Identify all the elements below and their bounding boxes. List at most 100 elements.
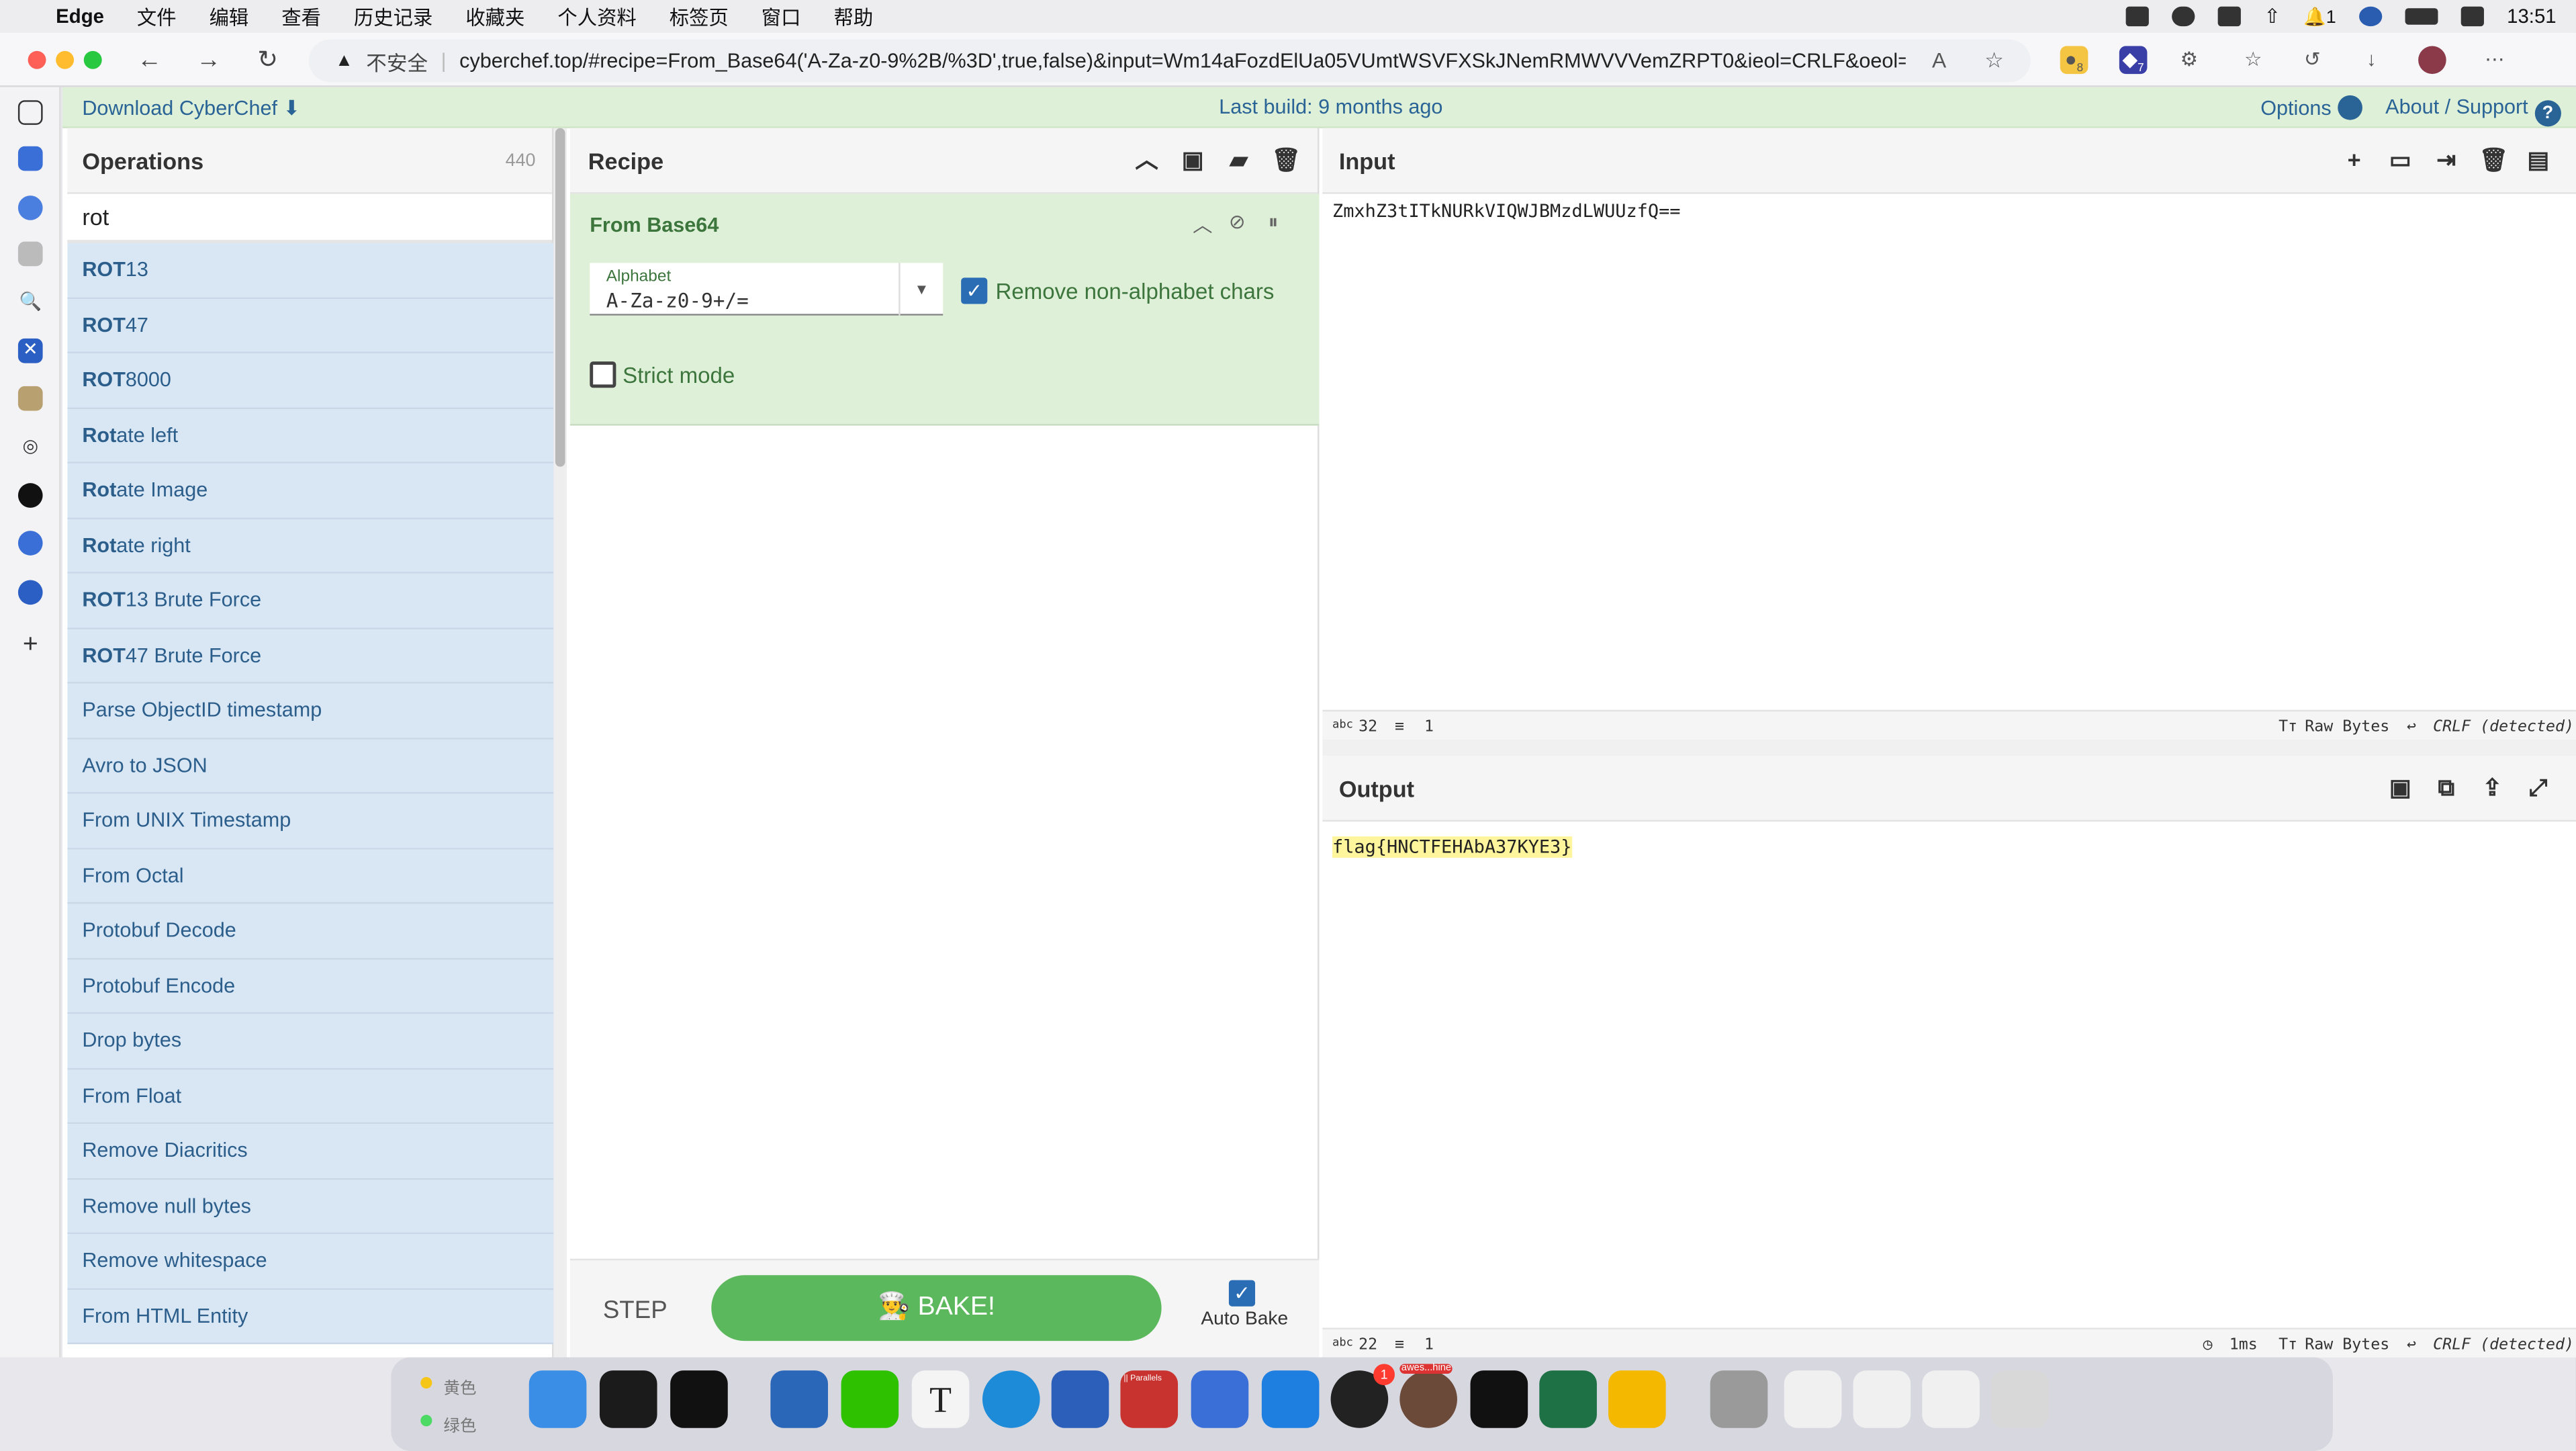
auto-bake-label[interactable]: Auto Bake: [1201, 1310, 1288, 1329]
reload-icon[interactable]: ↻: [250, 43, 286, 79]
strict-mode-checkbox[interactable]: [590, 361, 616, 388]
url-text[interactable]: cyberchef.top/#recipe=From_Base64('A-Za-…: [459, 49, 1905, 72]
back-arrow-icon[interactable]: ←: [132, 43, 168, 79]
search-icon[interactable]: 🔍: [18, 291, 43, 316]
menu-file[interactable]: 文件: [137, 3, 177, 31]
menu-history[interactable]: 历史记录: [354, 3, 432, 31]
tools-icon[interactable]: ✕: [17, 338, 43, 363]
excel-icon[interactable]: [1539, 1370, 1597, 1428]
menu-profile[interactable]: 个人资料: [557, 3, 636, 31]
recipe-operation-from-base64[interactable]: From Base64 ︿ ⊘ ⏸ Alphabet A-Za-z0-9+/= …: [569, 193, 1320, 426]
profile-avatar[interactable]: [2418, 46, 2446, 75]
remove-nonalpha-label[interactable]: Remove non-alphabet chars: [996, 279, 1275, 304]
operations-scrollbar[interactable]: [553, 128, 567, 1358]
disable-operation-icon[interactable]: ⊘: [1229, 210, 1246, 233]
input-textarea[interactable]: ZmxhZ3tITkNURkVIQWJBMzdLWUUzfQ==: [1332, 200, 1680, 222]
input-eol-icon[interactable]: ↩: [2407, 718, 2416, 736]
about-support-link[interactable]: About / Support?: [2385, 95, 2561, 127]
output-format[interactable]: Raw Bytes: [2305, 1336, 2389, 1354]
read-aloud-icon[interactable]: A: [1932, 48, 1946, 73]
extensions-puzzle-icon[interactable]: ⚙: [2175, 46, 2203, 74]
sidebar-app-icon[interactable]: [17, 146, 43, 171]
control-center-icon[interactable]: [2460, 6, 2484, 27]
notification-bell-icon[interactable]: 🔔1: [2303, 6, 2336, 28]
recent-window-thumbnail[interactable]: [1784, 1370, 1842, 1428]
options-link[interactable]: Options: [2260, 95, 2363, 120]
save-output-icon[interactable]: ▣: [2387, 774, 2413, 800]
image-app-icon[interactable]: awes...hine: [1399, 1364, 1457, 1428]
screen-icon[interactable]: [2125, 6, 2150, 27]
reset-layout-icon[interactable]: ▤: [2525, 146, 2551, 173]
downloads-icon[interactable]: ↓: [2358, 46, 2386, 74]
terminal-icon[interactable]: [670, 1370, 728, 1428]
security-label[interactable]: 不安全: [366, 45, 428, 76]
alphabet-value[interactable]: A-Za-z0-9+/=: [606, 290, 749, 312]
operation-item[interactable]: Parse ObjectID timestamp: [67, 683, 554, 739]
wechat-icon[interactable]: [841, 1370, 899, 1428]
menu-view[interactable]: 查看: [281, 3, 321, 31]
qq-icon[interactable]: 1: [1330, 1364, 1395, 1428]
sidebar-app-icon[interactable]: [17, 241, 43, 267]
word-icon[interactable]: [1051, 1370, 1109, 1428]
extension-coin-icon[interactable]: ●8: [2060, 46, 2088, 75]
forward-arrow-icon[interactable]: →: [191, 43, 227, 79]
maximize-output-icon[interactable]: ⤢: [2525, 774, 2551, 800]
wechat-status-icon[interactable]: [2172, 6, 2195, 27]
input-eol[interactable]: CRLF (detected): [2433, 718, 2574, 736]
operation-item[interactable]: Rot ate left: [67, 408, 554, 464]
address-bar[interactable]: ▲ 不安全 | cyberchef.top/#recipe=From_Base6…: [308, 39, 2031, 83]
output-format-icon[interactable]: Tт: [2279, 1336, 2297, 1354]
extension-cube-icon[interactable]: ◆7: [2119, 46, 2148, 75]
operation-item[interactable]: ROT 8000: [67, 353, 554, 408]
close-window-button[interactable]: [28, 50, 46, 69]
operation-item[interactable]: Remove Diacritics: [67, 1124, 554, 1180]
dropdown-caret-icon[interactable]: ▼: [899, 263, 943, 316]
operation-item[interactable]: Rot ate right: [67, 518, 554, 574]
operation-item[interactable]: Drop bytes: [67, 1014, 554, 1069]
output-eol[interactable]: CRLF (detected): [2433, 1336, 2574, 1354]
operation-item[interactable]: From Float: [67, 1069, 554, 1125]
sidebar-app-icon[interactable]: [17, 531, 43, 556]
add-icon[interactable]: +: [18, 632, 43, 658]
add-input-tab-icon[interactable]: +: [2341, 146, 2367, 173]
clear-input-trash-icon[interactable]: 🗑: [2479, 146, 2509, 173]
remove-nonalpha-checkbox[interactable]: ✓: [961, 277, 988, 304]
tabs-icon[interactable]: [17, 100, 43, 125]
vpn-icon[interactable]: [2358, 6, 2383, 27]
folder-icon[interactable]: [1608, 1370, 1666, 1428]
input-format[interactable]: Raw Bytes: [2305, 718, 2389, 736]
app-name-menu[interactable]: Edge: [56, 5, 104, 28]
menu-favorites[interactable]: 收藏夹: [465, 3, 524, 31]
collapse-operation-icon[interactable]: ︿: [1193, 210, 1212, 238]
alphabet-select[interactable]: Alphabet A-Za-z0-9+/= ▼: [590, 263, 944, 316]
breakpoint-pause-icon[interactable]: ⏸: [1269, 210, 1279, 235]
auto-bake-checkbox[interactable]: ✓: [1228, 1280, 1256, 1307]
menubar-clock[interactable]: 13:51: [2507, 5, 2556, 28]
favorite-star-icon[interactable]: ☆: [1984, 48, 2004, 74]
operation-item[interactable]: From HTML Entity: [67, 1289, 554, 1344]
collapse-chevron-icon[interactable]: ︿: [1134, 146, 1160, 173]
parallels-icon[interactable]: || Parallels: [1120, 1370, 1179, 1428]
operations-search-input[interactable]: rot: [67, 194, 552, 244]
recent-window-thumbnail[interactable]: [1922, 1370, 1980, 1428]
operation-item[interactable]: Remove null bytes: [67, 1179, 554, 1235]
input-format-icon[interactable]: Tт: [2279, 718, 2297, 736]
scrollbar-thumb[interactable]: [555, 128, 565, 467]
operation-item[interactable]: Protobuf Decode: [67, 904, 554, 959]
yellow-tag-label[interactable]: 黄色: [444, 1374, 477, 1399]
operation-item[interactable]: Protobuf Encode: [67, 959, 554, 1014]
bake-button[interactable]: 👨‍🍳 BAKE!: [711, 1275, 1162, 1342]
clear-recipe-trash-icon[interactable]: 🗑: [1272, 146, 1301, 173]
image-tool-icon[interactable]: [2217, 6, 2242, 27]
maximize-window-button[interactable]: [83, 50, 102, 69]
minimize-window-button[interactable]: [56, 50, 75, 69]
remote-desktop-icon[interactable]: [1191, 1370, 1249, 1428]
step-button[interactable]: STEP: [603, 1296, 668, 1325]
edge-browser-icon[interactable]: [982, 1370, 1040, 1428]
io-divider-handle[interactable]: [1322, 739, 2576, 756]
activity-monitor-icon[interactable]: [599, 1370, 657, 1428]
upload-status-icon[interactable]: ⇧: [2264, 5, 2281, 28]
operation-item[interactable]: ROT 47 Brute Force: [67, 628, 554, 684]
sidebar-app-icon[interactable]: [17, 386, 43, 411]
trash-icon[interactable]: [1991, 1370, 2049, 1428]
